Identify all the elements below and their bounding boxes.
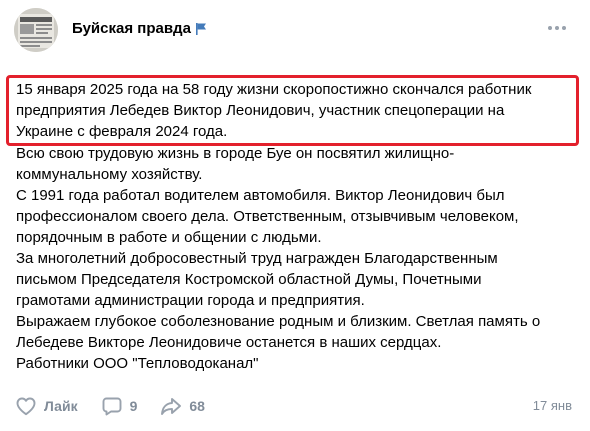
heart-icon [16,397,36,416]
post-text: 15 января 2025 года на 58 году жизни ско… [6,75,584,374]
more-dots-icon[interactable] [546,24,568,32]
paragraph: За многолетний добросовестный труд награ… [16,248,584,311]
wall-post: Буйская правда 15 января 2025 года на 58… [0,0,590,431]
text-line: Украине с февраля 2024 года. [16,123,228,140]
group-avatar[interactable] [14,8,58,52]
share-button[interactable]: 68 [159,394,205,418]
text-line: С 1991 года работал водителем автомобиля… [16,187,505,204]
text-line: порядочным в работе и общении с людьми. [16,229,322,246]
share-arrow-icon [161,398,182,415]
text-line: Всю свою трудовую жизнь в городе Буе он … [16,145,455,162]
text-line: Выражаем глубокое соболезнование родным … [16,313,541,330]
text-line: Лебедеве Викторе Леонидовиче останется в… [16,334,442,351]
paragraph: Работники ООО "Тепловодоканал" [16,353,584,374]
comment-button[interactable]: 9 [100,394,138,418]
comment-icon [102,397,122,416]
paragraph: Выражаем глубокое соболезнование родным … [16,311,584,353]
flag-icon [195,22,206,35]
comments-count: 9 [129,398,138,414]
paragraph: С 1991 года работал водителем автомобиля… [16,185,584,248]
text-line: грамотами администрации города и предпри… [16,292,365,309]
text-line: Работники ООО "Тепловодоканал" [16,355,259,372]
like-button[interactable]: Лайк [14,394,78,418]
highlighted-announcement: 15 января 2025 года на 58 году жизни ско… [6,75,579,146]
text-line: За многолетний добросовестный труд награ… [16,250,498,267]
paragraph: Всю свою трудовую жизнь в городе Буе он … [16,143,584,185]
text-line: 15 января 2025 года на 58 году жизни ско… [16,81,532,98]
text-line: коммунальному хозяйству. [16,166,203,183]
group-name-link[interactable]: Буйская правда [72,20,207,37]
like-label: Лайк [44,398,78,414]
text-line: письмом Председателя Костромской областн… [16,271,482,288]
post-date[interactable]: 17 янв [533,398,572,413]
shares-count: 68 [189,398,205,414]
newspaper-avatar-image [14,8,58,52]
text-line: предприятия Лебедев Виктор Леонидович, у… [16,102,505,119]
post-actions: Лайк 9 68 [14,394,227,418]
group-name[interactable]: Буйская правда [72,20,191,37]
text-line: профессионалом своего дела. Ответственны… [16,208,519,225]
